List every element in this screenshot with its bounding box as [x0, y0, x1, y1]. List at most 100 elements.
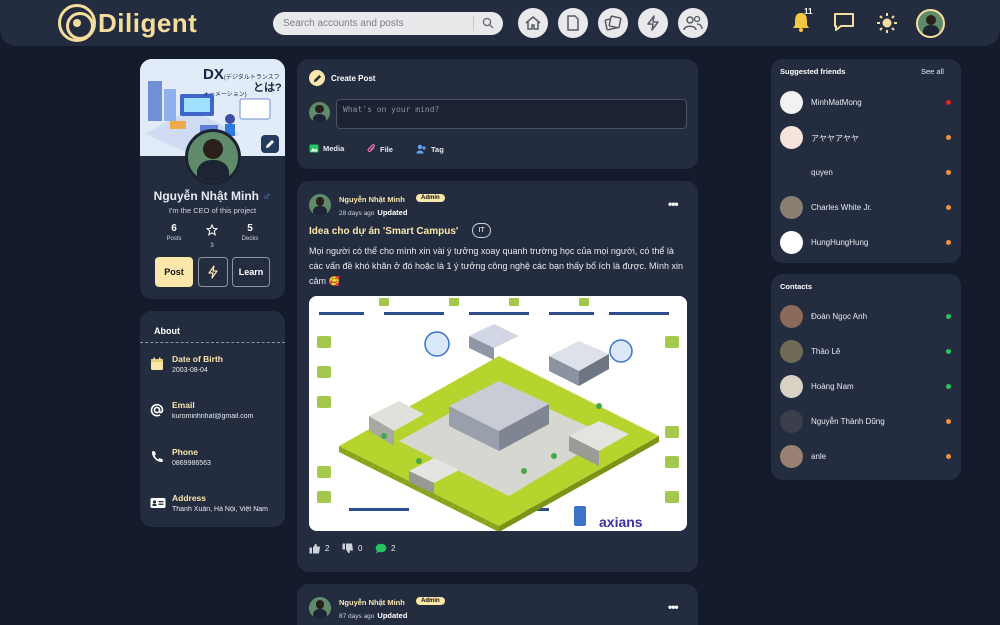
person-name[interactable]: anle — [811, 452, 826, 461]
post-options-button[interactable]: ••• — [668, 197, 679, 211]
nav-decks-button[interactable] — [598, 8, 628, 38]
person-name[interactable]: HungHungHung — [811, 238, 868, 247]
thumbs-down-icon — [342, 543, 353, 554]
activity-button[interactable] — [198, 257, 228, 287]
id-card-icon — [150, 498, 166, 508]
home-icon — [525, 16, 541, 30]
about-value: Thanh Xuân, Hà Nội, Việt Nam — [172, 506, 268, 513]
person-name[interactable]: Charles White Jr. — [811, 203, 872, 212]
nav-activity-button[interactable] — [638, 8, 668, 38]
person-avatar[interactable] — [780, 340, 803, 363]
add-media-button[interactable]: Media — [309, 144, 344, 153]
nav-friends-button[interactable] — [678, 8, 708, 38]
app-name: Diligent — [98, 7, 198, 38]
admin-badge: Admin — [416, 194, 445, 202]
see-all-link[interactable]: See all — [921, 67, 944, 76]
person-row[interactable]: HungHungHung — [780, 231, 955, 255]
top-navbar: Diligent 11 — [0, 0, 1000, 46]
edit-profile-button[interactable] — [261, 135, 279, 153]
person-row[interactable]: Nguyễn Thành Dũng — [780, 410, 955, 434]
person-avatar[interactable] — [780, 161, 803, 184]
comment-button[interactable]: 2 — [375, 543, 395, 554]
person-row[interactable]: Hoàng Nam — [780, 375, 955, 399]
stat-stars: 3 — [192, 223, 232, 249]
person-name[interactable]: MinhMatMong — [811, 98, 862, 107]
person-avatar[interactable] — [780, 231, 803, 254]
search-input[interactable] — [283, 12, 468, 35]
person-row[interactable]: MinhMatMong — [780, 91, 955, 115]
person-row[interactable]: Đoàn Ngọc Anh — [780, 305, 955, 329]
person-avatar[interactable] — [780, 375, 803, 398]
post-author-name[interactable]: Nguyễn Nhật Minh — [339, 195, 405, 204]
person-name[interactable]: quyen — [811, 168, 833, 177]
gender-male-icon: ♂ — [262, 189, 272, 203]
like-button[interactable]: 2 — [309, 543, 329, 554]
bolt-icon — [208, 265, 218, 279]
tag-people-button[interactable]: Tag — [416, 144, 444, 154]
person-name[interactable]: Nguyễn Thành Dũng — [811, 417, 885, 426]
stat-decks: 5 Decks — [230, 223, 270, 242]
person-avatar[interactable] — [780, 410, 803, 433]
about-label: Email — [172, 400, 195, 410]
like-count: 2 — [325, 544, 330, 553]
profile-card: DX(デジタルトランスフォーメーション) とは? Nguyễn Nhật Min… — [140, 59, 285, 299]
post-status: Updated — [377, 611, 408, 620]
post-image[interactable]: axians — [309, 296, 687, 531]
attach-file-button[interactable]: File — [367, 144, 393, 154]
dislike-button[interactable]: 0 — [342, 543, 362, 554]
person-name[interactable]: Đoàn Ngọc Anh — [811, 312, 867, 321]
about-value[interactable]: kurominhnhat@gmail.com — [172, 413, 278, 420]
post-meta: 28 days ago Updated — [339, 208, 407, 217]
post-meta: 87 days ago Updated — [339, 611, 407, 620]
post-card: Nguyễn Nhật Minh Admin 28 days ago Update… — [297, 181, 698, 572]
post-composer-input[interactable] — [336, 99, 687, 129]
learn-button[interactable]: Learn — [232, 257, 270, 287]
post-author-avatar[interactable] — [309, 597, 331, 619]
person-avatar[interactable] — [780, 196, 803, 219]
post-tag[interactable]: IT — [472, 223, 491, 238]
person-avatar[interactable] — [780, 305, 803, 328]
online-status-dot — [946, 205, 951, 210]
person-row[interactable]: Thảo Lê — [780, 340, 955, 364]
file-label: File — [380, 144, 393, 154]
app-logo[interactable]: Diligent — [58, 4, 197, 42]
post-author-avatar[interactable] — [309, 194, 331, 216]
person-row[interactable]: Charles White Jr. — [780, 196, 955, 220]
post-status: Updated — [377, 208, 408, 217]
stat-label: 3 — [210, 243, 214, 249]
search-icon[interactable] — [482, 17, 494, 29]
create-post-icon-wrap — [309, 70, 325, 86]
create-post-title: Create Post — [331, 74, 376, 83]
pencil-icon — [266, 140, 274, 148]
person-name[interactable]: Thảo Lê — [811, 347, 840, 356]
media-label: Media — [323, 144, 345, 153]
about-value: 2003-08-04 — [172, 367, 208, 374]
person-avatar[interactable] — [780, 445, 803, 468]
cover-suffix: とは? — [253, 82, 282, 94]
about-divider — [140, 342, 285, 343]
person-name[interactable]: Hoàng Nam — [811, 382, 854, 391]
person-avatar[interactable] — [780, 126, 803, 149]
person-row[interactable]: アヤヤアヤヤ — [780, 126, 955, 150]
people-icon — [683, 15, 703, 31]
nav-home-button[interactable] — [518, 8, 548, 38]
person-avatar[interactable] — [780, 91, 803, 114]
online-status-dot — [946, 100, 951, 105]
current-user-avatar[interactable] — [916, 9, 945, 38]
comment-icon — [375, 543, 387, 554]
calendar-icon — [151, 357, 163, 370]
online-status-dot — [946, 349, 951, 354]
person-row[interactable]: anle — [780, 445, 955, 469]
person-row[interactable]: quyen — [780, 161, 955, 185]
post-author-name[interactable]: Nguyễn Nhật Minh — [339, 598, 405, 607]
theme-toggle-icon[interactable] — [876, 12, 898, 34]
suggested-friends-title: Suggested friends — [780, 67, 846, 76]
at-icon — [150, 403, 164, 417]
person-name[interactable]: アヤヤアヤヤ — [811, 133, 859, 144]
chat-icon[interactable] — [833, 12, 855, 32]
profile-avatar[interactable] — [185, 129, 241, 185]
post-options-button[interactable]: ••• — [668, 600, 679, 614]
nav-documents-button[interactable] — [558, 8, 588, 38]
document-icon — [567, 15, 579, 31]
post-button[interactable]: Post — [155, 257, 193, 287]
